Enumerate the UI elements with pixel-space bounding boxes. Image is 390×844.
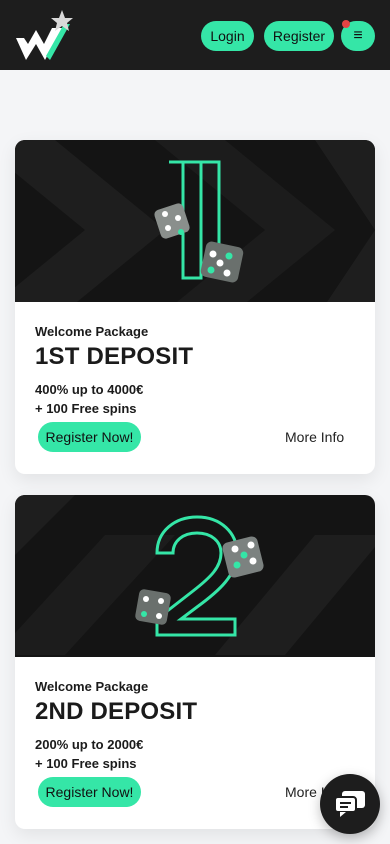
deposit-2-illustration [15, 495, 375, 655]
dice-icon [200, 241, 244, 283]
promo-card-2nd-deposit: Welcome Package 2ND DEPOSIT 200% up to 2… [15, 495, 375, 829]
promo-card-body-1: Welcome Package 1ST DEPOSIT 400% up to 4… [15, 302, 375, 474]
notification-dot [342, 20, 350, 28]
login-button[interactable]: Login [201, 21, 254, 51]
register-now-button[interactable]: Register Now! [38, 777, 141, 807]
register-now-button[interactable]: Register Now! [38, 422, 141, 452]
offer-free-spins: + 100 Free spins [35, 756, 137, 771]
promo-banner-2 [15, 495, 375, 657]
register-button[interactable]: Register [264, 21, 334, 51]
card-title: 1ST DEPOSIT [35, 343, 194, 370]
hamburger-menu-icon: ≡ [353, 27, 363, 44]
chat-icon [335, 791, 365, 817]
card-title: 2ND DEPOSIT [35, 698, 198, 725]
dice-icon [135, 589, 171, 625]
offer-bonus: 400% up to 4000€ [35, 382, 144, 397]
offer-bonus: 200% up to 2000€ [35, 737, 144, 752]
dice-icon [222, 536, 264, 578]
card-eyebrow: Welcome Package [35, 679, 149, 694]
promo-card-1st-deposit: Welcome Package 1ST DEPOSIT 400% up to 4… [15, 140, 375, 474]
promo-banner-1 [15, 140, 375, 302]
card-eyebrow: Welcome Package [35, 324, 149, 339]
live-chat-button[interactable] [320, 774, 380, 834]
top-navbar: Login Register ≡ [0, 0, 390, 70]
offer-free-spins: + 100 Free spins [35, 401, 137, 416]
more-info-link[interactable]: More Info [285, 429, 344, 445]
deposit-1-illustration [15, 140, 375, 302]
brand-logo-icon[interactable] [12, 8, 74, 64]
